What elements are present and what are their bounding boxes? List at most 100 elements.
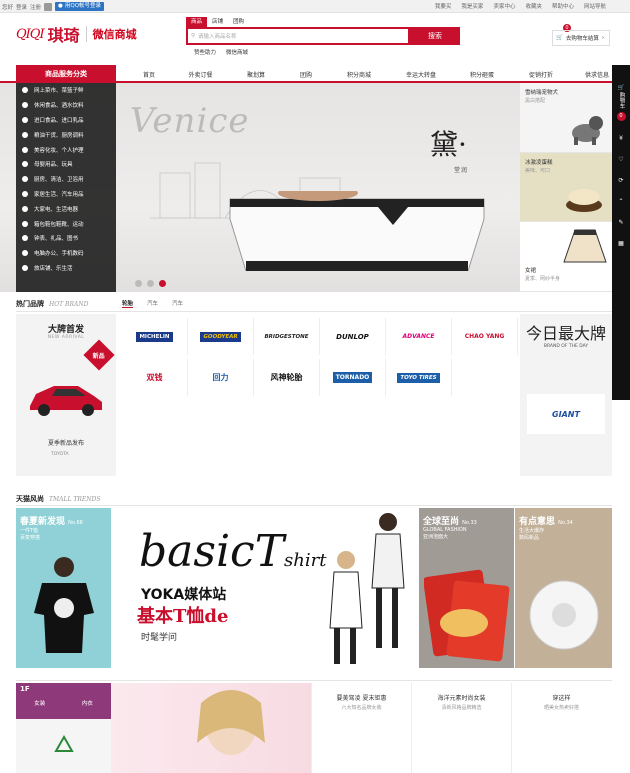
site-logo[interactable]: QIQI 琪琦 微信商城 xyxy=(16,22,137,46)
brand-logo[interactable]: 回力 xyxy=(188,359,254,396)
register-link[interactable]: 注册 xyxy=(30,3,41,11)
category-item[interactable]: 进口食品、进口乳品 xyxy=(16,113,116,128)
brand-logo[interactable]: BRIDGESTONE xyxy=(254,318,320,355)
nav-juhuasuan[interactable]: 聚划算 xyxy=(229,70,283,79)
banner-dot-1[interactable] xyxy=(135,280,142,287)
hot-word-1[interactable]: 赞些助力 xyxy=(194,48,216,56)
floor-label: 1F xyxy=(20,685,30,693)
toolbar-cart[interactable]: 🛒 购物车 0 xyxy=(612,65,630,121)
qrcode-icon[interactable]: ▦ xyxy=(612,240,630,247)
promo-card-cake[interactable]: 冰激凌蛋糕 美味、可口 xyxy=(520,152,612,223)
floor-banner[interactable] xyxy=(111,683,311,773)
brand-logo[interactable]: TOYO TIRES xyxy=(386,359,452,396)
brand-logo[interactable]: GOODYEAR xyxy=(188,318,254,355)
top-link-help[interactable]: 帮助中心 xyxy=(552,2,574,10)
new-badge: 新品 xyxy=(83,339,115,371)
brand-grid: MICHELIN GOODYEAR BRIDGESTONE DUNLOP ADV… xyxy=(122,318,518,396)
category-item[interactable]: 旅店铺、乐生活 xyxy=(16,261,116,276)
top-arrow-icon[interactable]: ⌃ xyxy=(612,198,630,205)
nav-lucky-wheel[interactable]: 幸运大转盘 xyxy=(389,70,453,79)
category-item[interactable]: 家居生活、汽车用品 xyxy=(16,187,116,202)
category-icon xyxy=(22,116,28,123)
cake-image xyxy=(566,188,602,212)
search-tab-shop[interactable]: 店铺 xyxy=(207,17,228,27)
banner-dot-2[interactable] xyxy=(147,280,154,287)
category-item[interactable]: 钟表、礼品、图书 xyxy=(16,231,116,246)
section-divider xyxy=(16,680,612,681)
nav-egg-smash[interactable]: 积分砸蛋 xyxy=(453,70,511,79)
nav-points-mall[interactable]: 积分商城 xyxy=(329,70,389,79)
brand-tab-tire[interactable]: 轮胎 xyxy=(122,299,134,308)
brand-logo[interactable]: MICHELIN xyxy=(122,318,188,355)
login-link[interactable]: 登录 xyxy=(16,3,27,11)
hot-word-2[interactable]: 微信商城 xyxy=(226,48,248,56)
category-item[interactable]: 厨房、清洁、卫浴用 xyxy=(16,172,116,187)
brand-logo[interactable]: TORNADO xyxy=(320,359,386,396)
top-bar: 您好 登录 注册 ● 用QQ帐号登录 我要买 我是买家 卖家中心 收藏夹 帮助中… xyxy=(0,0,630,13)
top-link-sitemap[interactable]: 网站导航 xyxy=(584,2,606,10)
cart-button[interactable]: 🛒 去购物车结算 › xyxy=(552,30,610,46)
banner-brand-title: 黛· xyxy=(430,128,467,161)
category-icon xyxy=(22,235,28,242)
category-icon xyxy=(22,250,28,257)
trend-card-gadget[interactable]: 有点意思 No.34 生活大爆炸 数码新品 xyxy=(515,508,612,668)
nav-home[interactable]: 首页 xyxy=(126,70,172,79)
yen-icon[interactable]: ¥ xyxy=(612,135,630,142)
new-arrival-card[interactable]: 大牌首发 NEW ARRIVAL 新品 夏季新品发布 TOYOTA xyxy=(16,314,116,476)
floor-card[interactable]: 海洋元素时尚女装 清新风格品牌精选 xyxy=(411,683,511,773)
brand-logo[interactable]: ADVANCE xyxy=(386,318,452,355)
brand-tab-car[interactable]: 汽车 xyxy=(147,299,158,308)
promo-card-skirt[interactable]: 女裙 夏季、网纱半身 xyxy=(520,222,612,293)
category-item[interactable]: 粮油干货、厨房调料 xyxy=(16,127,116,142)
category-icon xyxy=(22,161,28,168)
heart-icon[interactable]: ♡ xyxy=(612,156,630,163)
floor-card[interactable]: 穿这样 晒美女热卖好搭 xyxy=(511,683,611,773)
category-item[interactable]: 母婴用品、玩具 xyxy=(16,157,116,172)
category-item[interactable]: 休闲食品、酒水饮料 xyxy=(16,98,116,113)
category-icon xyxy=(22,176,28,183)
category-item[interactable]: 电脑办公、手机数码 xyxy=(16,246,116,261)
nav-takeout[interactable]: 外卖订餐 xyxy=(172,70,229,79)
category-icon xyxy=(22,220,28,227)
toyota-logo: TOYOTA xyxy=(51,452,69,457)
right-toolbar: 🛒 购物车 0 ¥ ♡ ⟳ ⌃ ✎ ▦ xyxy=(612,65,630,400)
floor-tab-underwear[interactable]: 内衣 xyxy=(64,683,112,719)
top-link-buy[interactable]: 我要买 xyxy=(435,2,452,10)
search-input[interactable]: ⚲ 请输入商品名称 xyxy=(186,27,410,45)
category-menu-button[interactable]: 商品服务分类 xyxy=(16,65,116,83)
car-image xyxy=(30,386,102,416)
promo-card-dog[interactable]: 雪纳瑞宠物犬 黑白搭配 xyxy=(520,83,612,153)
top-link-buyer[interactable]: 我是买家 xyxy=(461,2,483,10)
brand-logo[interactable]: CHAO YANG xyxy=(452,318,518,355)
floor-card[interactable]: 要美驾凌 夏末钜惠 六大知名品牌女装 xyxy=(311,683,411,773)
brand-logo[interactable]: DUNLOP xyxy=(320,318,386,355)
qq-login-button[interactable]: ● 用QQ帐号登录 xyxy=(55,2,105,11)
category-item[interactable]: 网上菜市、菜篮子鲜 xyxy=(16,83,116,98)
brand-logo[interactable]: 双钱 xyxy=(122,359,188,396)
top-link-seller[interactable]: 卖家中心 xyxy=(493,2,515,10)
history-icon[interactable]: ⟳ xyxy=(612,177,630,184)
edit-icon[interactable]: ✎ xyxy=(612,219,630,226)
trend-card-global[interactable]: 全球至尚 No.33 GLOBAL FASHION 亚洲泡面大 xyxy=(419,508,514,668)
nav-promotions[interactable]: 促销打折 xyxy=(511,70,571,79)
chevron-right-icon: › xyxy=(601,35,605,41)
trend-card-spring[interactable]: 春夏新发现 No.68 一件T恤 百变穿搭 xyxy=(16,508,111,668)
trend-card-basic-tee[interactable]: basicTshirt YOKA媒体站 基本T恤de 时髦学问 xyxy=(111,508,419,668)
banner-dot-3[interactable] xyxy=(159,280,166,287)
floor-1f-nav: 女装 内衣 1F xyxy=(16,683,111,773)
brand-of-day-card[interactable]: 今日最大牌 BRAND OF THE DAY GIANT xyxy=(520,314,612,476)
search-tab-goods[interactable]: 商品 xyxy=(186,17,208,27)
model-tshirt-image xyxy=(34,557,94,653)
category-item[interactable]: 大家电、生活电器 xyxy=(16,201,116,216)
search-tab-group[interactable]: 团购 xyxy=(228,17,249,27)
category-icon xyxy=(22,190,28,197)
nav-group-buy[interactable]: 团购 xyxy=(283,70,329,79)
search-button[interactable]: 搜索 xyxy=(410,27,460,45)
brand-logo[interactable]: 风神轮胎 xyxy=(254,359,320,396)
category-item[interactable]: 箱包鞋包鞋靴、运动 xyxy=(16,216,116,231)
brand-tab-car-2[interactable]: 汽车 xyxy=(172,299,183,308)
top-link-favorites[interactable]: 收藏夹 xyxy=(525,2,542,10)
avatar xyxy=(44,2,53,11)
category-item[interactable]: 美容化妆、个人护理 xyxy=(16,142,116,157)
cart-icon: 🛒 xyxy=(617,85,625,91)
